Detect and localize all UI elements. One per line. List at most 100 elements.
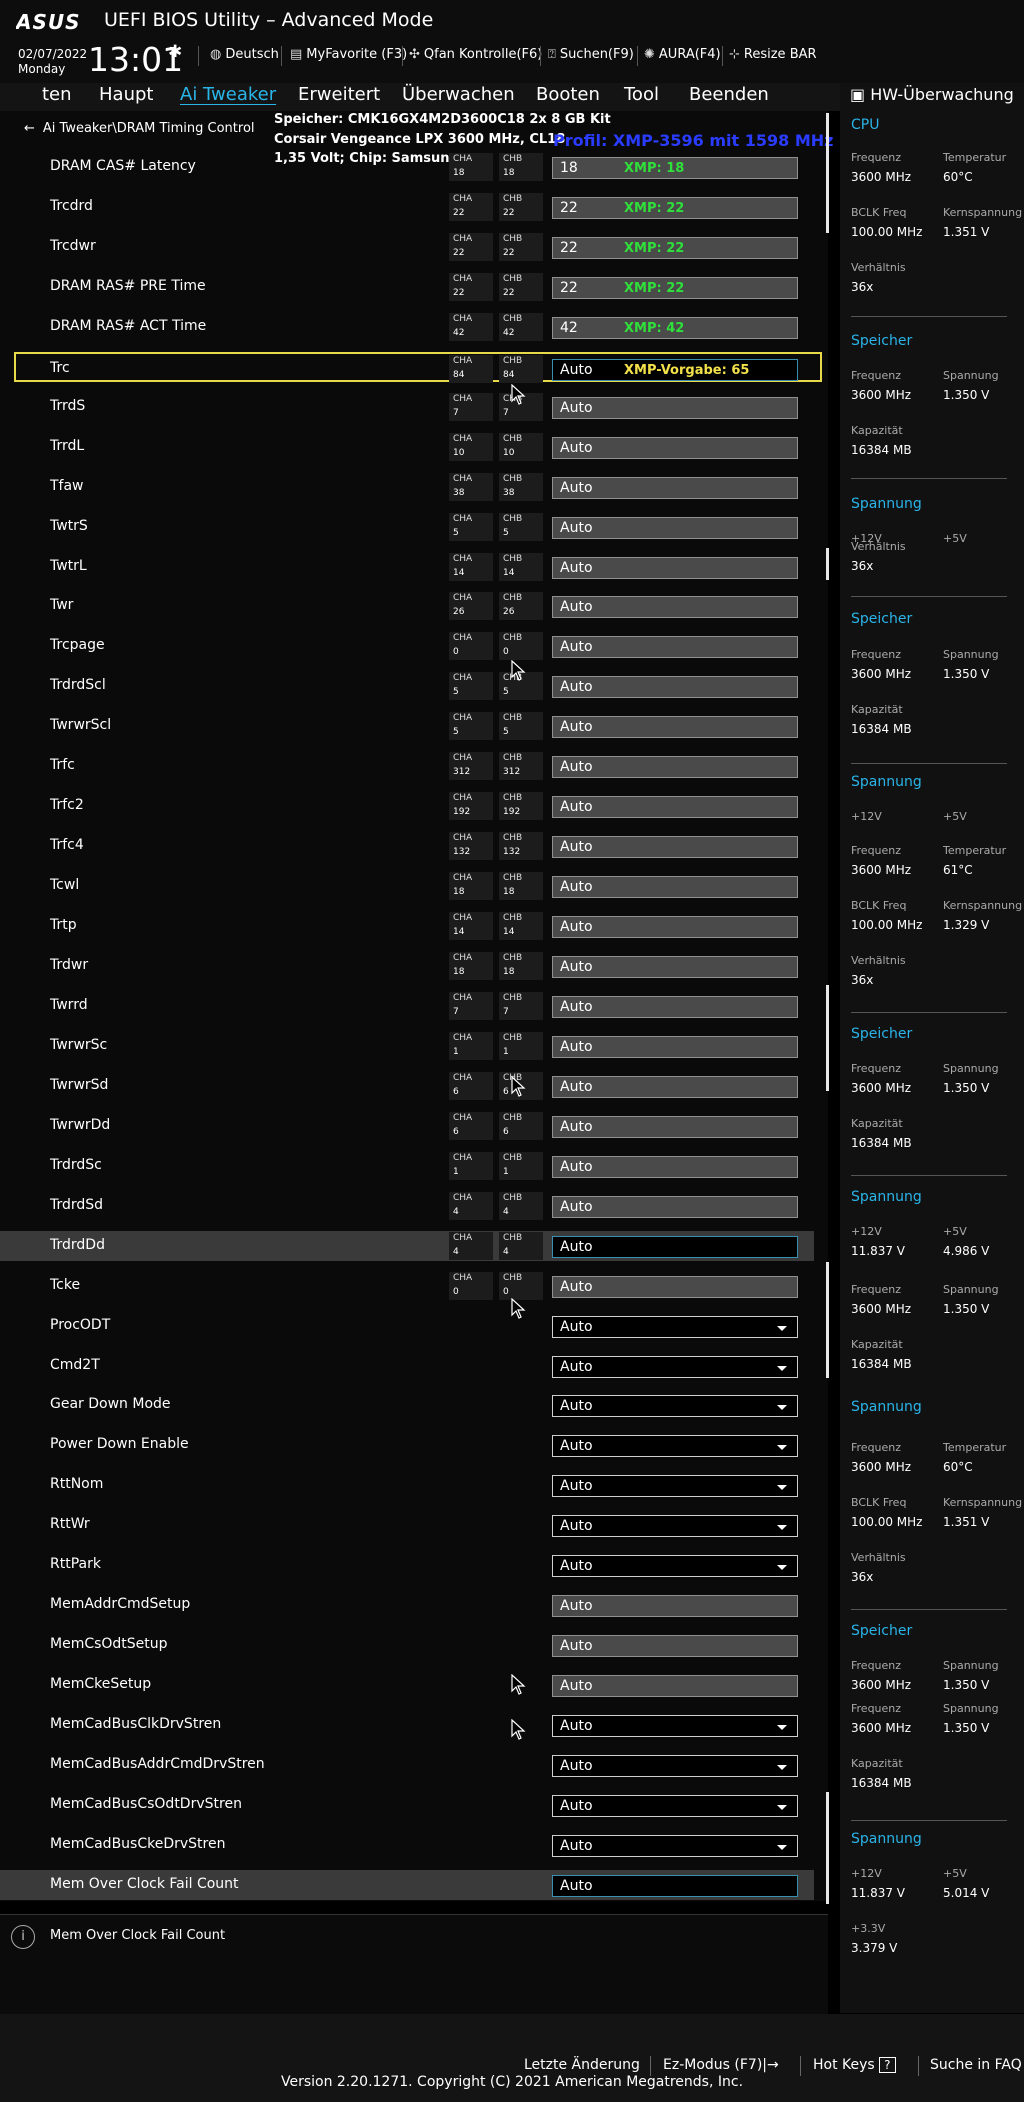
menu-tab-erweitert[interactable]: Erweitert [298, 84, 380, 105]
setting-input[interactable]: Auto [552, 1675, 798, 1698]
setting-row[interactable]: MemCsOdtSetup Auto [0, 1630, 814, 1660]
setting-input[interactable]: Auto [552, 1115, 798, 1138]
setting-row[interactable]: Trfc4 CHA 132 CHB 132 Auto [0, 831, 814, 861]
setting-input[interactable]: Auto [552, 596, 798, 619]
setting-dropdown[interactable]: Auto [552, 1515, 798, 1538]
setting-input[interactable]: Auto [552, 796, 798, 819]
setting-input[interactable]: Auto [552, 995, 798, 1018]
setting-input[interactable]: Auto [552, 956, 798, 978]
setting-row[interactable]: TrdrdSd CHA 4 CHB 4 Auto [0, 1191, 814, 1221]
setting-input[interactable]: Auto [552, 636, 798, 659]
setting-dropdown[interactable]: Auto [552, 1435, 798, 1458]
scrollbar-segment[interactable] [826, 985, 829, 1091]
setting-input[interactable]: 22 XMP: 22 [552, 276, 798, 299]
hot-keys-button[interactable]: Hot Keys ? [813, 2057, 896, 2073]
setting-dropdown[interactable]: Auto [552, 1315, 798, 1338]
setting-row[interactable]: MemCadBusAddrCmdDrvStren Auto [0, 1750, 814, 1780]
setting-row[interactable]: Trtp CHA 14 CHB 14 Auto [0, 911, 814, 941]
setting-row[interactable]: Trcpage CHA 0 CHB 0 Auto [0, 631, 814, 661]
setting-input[interactable]: Auto [552, 436, 798, 459]
setting-row[interactable]: Gear Down Mode Auto [0, 1390, 814, 1420]
menu-tab-beenden[interactable]: Beenden [689, 84, 769, 105]
setting-input[interactable]: Auto XMP-Vorgabe: 65 [552, 358, 798, 381]
faq-button[interactable]: Suche in FAQ [930, 2057, 1022, 2073]
setting-dropdown[interactable]: Auto [552, 1715, 798, 1738]
setting-input[interactable]: Auto [552, 716, 798, 739]
menu-tab-tool[interactable]: Tool [624, 84, 659, 105]
setting-input[interactable]: Auto [552, 1595, 798, 1618]
setting-row[interactable]: TwtrL CHA 14 CHB 14 Auto [0, 552, 814, 582]
setting-row[interactable]: TwrwrSc CHA 1 CHB 1 Auto [0, 1031, 814, 1061]
setting-row[interactable]: TwrwrSdCHA6CHB6Auto [0, 1071, 814, 1101]
setting-row[interactable]: Tfaw CHA 38 CHB 38 Auto [0, 472, 814, 502]
setting-row[interactable]: MemCkeSetup Auto [0, 1670, 814, 1700]
menu-tab-ai-tweaker[interactable]: Ai Tweaker [180, 84, 276, 105]
setting-input[interactable]: Auto [552, 1635, 798, 1658]
search-button[interactable]: ⍰ Suchen(F9) [548, 47, 634, 62]
setting-input[interactable]: Auto [552, 1874, 798, 1897]
setting-input[interactable]: Auto [552, 1075, 798, 1098]
setting-row[interactable]: TrdrdSc CHA 1 CHB 1 Auto [0, 1151, 814, 1181]
setting-row[interactable]: TwrwrScl CHA 5 CHB 5 Auto [0, 711, 814, 741]
setting-row[interactable]: RttNom Auto [0, 1470, 814, 1500]
qfan-button[interactable]: ✣ Qfan Kontrolle(F6) [409, 47, 542, 62]
setting-dropdown[interactable]: Auto [552, 1834, 798, 1857]
menu-tab-booten[interactable]: Booten [536, 84, 600, 105]
setting-row[interactable]: Tcke CHA 0 CHB 0 Auto [0, 1271, 814, 1301]
aura-button[interactable]: ✺ AURA(F4) [644, 47, 721, 62]
setting-input[interactable]: Auto [552, 516, 798, 539]
setting-row[interactable]: Trc CHA 84 CHB 84 Auto XMP-Vorgabe: 65 [14, 351, 822, 383]
setting-input[interactable]: 18 XMP: 18 [552, 157, 798, 179]
resize-bar-button[interactable]: ⊹ Resize BAR [729, 47, 817, 62]
setting-input[interactable]: Auto [552, 1275, 798, 1298]
gear-icon[interactable]: ✱ [168, 42, 182, 62]
setting-row[interactable]: DRAM CAS# Latency CHA 18 CHB 18 18 XMP: 18 [0, 152, 814, 182]
setting-dropdown[interactable]: Auto [552, 1794, 798, 1817]
setting-row[interactable]: TwrwrDd CHA 6 CHB 6 Auto [0, 1111, 814, 1141]
setting-input[interactable]: Auto [552, 876, 798, 899]
menu-tab-ueberwachen[interactable]: Überwachen [402, 84, 515, 105]
setting-row[interactable]: TrrdSCHA7CHB7Auto [0, 392, 814, 422]
setting-row[interactable]: MemCadBusCsOdtDrvStren Auto [0, 1790, 814, 1820]
setting-dropdown[interactable]: Auto [552, 1355, 798, 1378]
setting-row[interactable]: RttWr Auto [0, 1510, 814, 1540]
setting-row[interactable]: Trcdrd CHA 22 CHB 22 22 XMP: 22 [0, 192, 814, 222]
scrollbar-segment[interactable] [826, 113, 829, 233]
setting-row[interactable]: DRAM RAS# ACT Time CHA 42 CHB 42 42 XMP: 42 [0, 312, 814, 342]
setting-input[interactable]: Auto [552, 1035, 798, 1058]
setting-row[interactable]: Cmd2T Auto [0, 1351, 814, 1381]
setting-row[interactable]: Trcdwr CHA 22 CHB 22 22 XMP: 22 [0, 232, 814, 262]
setting-dropdown[interactable]: Auto [552, 1395, 798, 1418]
myfavorite-button[interactable]: ▤ MyFavorite (F3) [290, 47, 407, 62]
scrollbar-segment[interactable] [826, 548, 829, 580]
setting-row[interactable]: Trfc CHA 312 CHB 312 Auto [0, 751, 814, 781]
language-button[interactable]: ◍ Deutsch [210, 47, 279, 62]
setting-row[interactable]: TrdrdDd CHA 4 CHB 4 Auto [0, 1230, 814, 1261]
setting-row[interactable]: RttPark Auto [0, 1550, 814, 1580]
setting-input[interactable]: 22 XMP: 22 [552, 236, 798, 259]
setting-row[interactable]: TrrdL CHA 10 CHB 10 Auto [0, 432, 814, 462]
setting-row[interactable]: DRAM RAS# PRE Time CHA 22 CHB 22 22 XMP: 22 [0, 272, 814, 302]
menu-tab-haupt[interactable]: Haupt [99, 84, 153, 105]
breadcrumb[interactable]: ← Ai Tweaker\DRAM Timing Control [24, 121, 255, 136]
setting-row[interactable]: Twr CHA 26 CHB 26 Auto [0, 591, 814, 621]
setting-input[interactable]: Auto [552, 556, 798, 579]
setting-row[interactable]: Mem Over Clock Fail Count Auto [0, 1869, 814, 1900]
setting-input[interactable]: 42 XMP: 42 [552, 316, 798, 339]
setting-input[interactable]: Auto [552, 1235, 798, 1258]
setting-input[interactable]: Auto [552, 1195, 798, 1218]
setting-input[interactable]: 22 XMP: 22 [552, 196, 798, 219]
setting-dropdown[interactable]: Auto [552, 1555, 798, 1578]
setting-input[interactable]: Auto [552, 916, 798, 939]
setting-input[interactable]: Auto [552, 476, 798, 499]
setting-row[interactable]: Twrrd CHA 7 CHB 7 Auto [0, 991, 814, 1021]
scrollbar-segment[interactable] [826, 1792, 829, 1904]
ez-mode-button[interactable]: Ez-Modus (F7)|→ [663, 2057, 779, 2073]
setting-row[interactable]: TrdrdScl CHA 5 CHB 5 Auto [0, 671, 814, 701]
setting-dropdown[interactable]: Auto [552, 1755, 798, 1777]
scrollbar-segment[interactable] [826, 1262, 829, 1378]
setting-row[interactable]: Tcwl CHA 18 CHB 18 Auto [0, 871, 814, 901]
back-arrow-icon[interactable]: ← [24, 121, 35, 136]
setting-dropdown[interactable]: Auto [552, 1475, 798, 1498]
setting-row[interactable]: ProcODT Auto [0, 1311, 814, 1341]
